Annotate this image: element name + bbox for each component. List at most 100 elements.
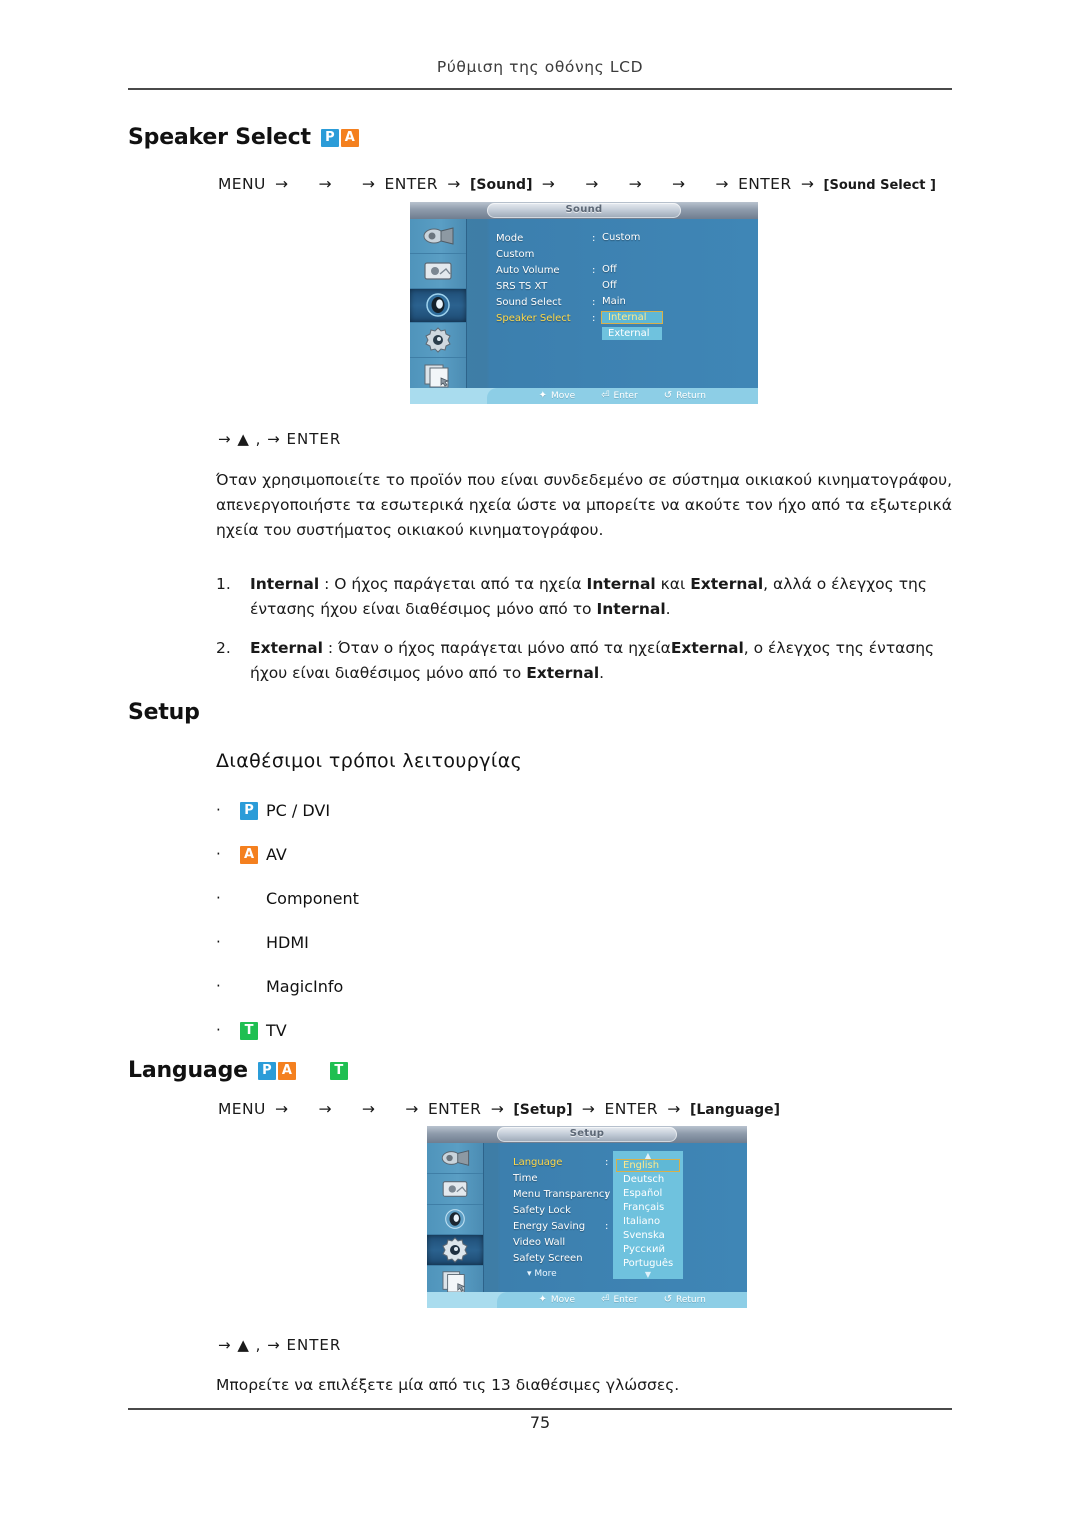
osd-row-energy-saving[interactable]: Energy Saving [513,1221,585,1232]
mode-label-magicinfo: MagicInfo [266,976,344,996]
osd-rail-picture-icon[interactable] [427,1143,483,1174]
osd-rail-setup-icon[interactable] [410,323,466,359]
navline-enter-2: ENTER [604,1100,658,1118]
list-item: · MagicInfo [216,964,359,1008]
bullet-icon: · [216,933,221,951]
osd-colon: : [592,297,596,308]
osd-row-custom[interactable]: Custom [496,249,534,260]
arrow-icon: → [361,1100,376,1118]
osd-option-internal[interactable]: Internal [601,311,663,324]
arrow-icon: → [405,1100,419,1118]
osd-title-sound: Sound [565,204,603,215]
chevron-down-icon: ▾ [527,1269,532,1279]
osd-row-srs-ts-xt[interactable]: SRS TS XT [496,281,547,292]
osd-row-language[interactable]: Language [513,1157,562,1168]
osd-title-setup: Setup [569,1128,605,1139]
osd-value-sound-select: Main [602,296,626,307]
osd-row-safety-lock[interactable]: Safety Lock [513,1205,571,1216]
header-divider [128,88,952,90]
move-icon: ✦ [538,390,547,401]
speaker-select-title: Speaker Select [128,125,311,150]
osd-more-label: More [534,1269,557,1279]
mode-label-av: AV [266,844,287,864]
osd-rail-screen-icon[interactable] [427,1174,483,1205]
osd-value-auto-volume: Off [602,264,617,275]
navline-token-language: [Language] [689,1102,781,1118]
move-icon: ✦ [538,1294,547,1305]
osd-screenshot-sound: Sound Mode: Custom Custom Auto Volume:… [410,202,758,404]
osd-row-sound-select[interactable]: Sound Select [496,297,562,308]
mode-label-hdmi: HDMI [266,932,309,952]
language-heading: Language P A T [128,1058,348,1083]
osd-menu-sound: Mode : Custom Custom Auto Volume : Off S… [466,219,758,388]
osd-rail-sound-icon[interactable] [427,1205,483,1236]
language-enter-line: → ▲ , → ENTER [218,1336,342,1354]
mode-label-tv: TV [266,1020,287,1040]
speaker-select-navline: MENU → → → ENTER → [Sound] → → → → → ENTER → [… [218,175,936,193]
list-item: · Component [216,876,359,920]
osd-language-deutsch[interactable]: Deutsch [617,1173,679,1186]
arrow-icon: → [585,175,599,193]
badge-pc-icon: P [320,128,339,147]
osd-colon: : [592,265,596,276]
osd-language-russian[interactable]: Русский [617,1243,679,1256]
osd-footer: ✦ Move ⏎ Enter ↺ Return [427,1292,747,1308]
osd-row-speaker-select[interactable]: Speaker Select [496,313,571,324]
arrow-icon: → [800,175,815,193]
return-icon: ↺ [663,390,673,401]
osd-body: Language : Time Menu Transparency : Safe… [427,1143,747,1297]
osd-language-svenska[interactable]: Svenska [617,1229,679,1242]
return-icon: ↺ [663,1294,672,1305]
scroll-up-icon[interactable]: ▲ [613,1152,683,1160]
osd-rail-sound-icon[interactable] [410,288,466,324]
setup-subheading: Διαθέσιμοι τρόποι λειτουργίας [216,750,523,772]
manual-page: Ρύθμιση της οθόνης LCD Speaker Select P … [0,0,1080,1527]
osd-option-external[interactable]: External [602,327,662,340]
osd-row-more[interactable]: ▾ More [527,1269,557,1279]
arrow-icon: → [715,175,729,193]
osd-footer-enter-label: Enter [613,391,638,401]
osd-rail-setup-icon[interactable] [427,1235,483,1267]
list-item-text: Internal : Ο ήχος παράγεται από τα ηχεία… [250,575,927,618]
osd-icon-rail [427,1143,484,1297]
osd-row-auto-volume[interactable]: Auto Volume [496,265,560,276]
badge-pc-icon: P [257,1061,276,1080]
osd-language-portugues[interactable]: Português [617,1257,679,1270]
osd-language-list: ▲ English Deutsch Español Français Itali… [613,1151,683,1279]
enter-icon: ⏎ [601,1294,610,1305]
arrow-icon: → [447,175,461,193]
footer-divider [128,1408,952,1410]
bullet-icon: · [216,889,221,907]
osd-rail-picture-icon[interactable] [410,219,466,254]
arrow-icon: → [318,175,332,193]
running-head: Ρύθμιση της οθόνης LCD [436,58,644,76]
osd-row-video-wall[interactable]: Video Wall [513,1237,565,1248]
osd-rail-screen-icon[interactable] [410,254,466,289]
osd-row-time[interactable]: Time [513,1173,537,1184]
osd-row-mode[interactable]: Mode [496,233,523,244]
list-item: 1. Internal : Ο ήχος παράγεται από τα ηχ… [216,572,936,622]
navline-token-sound: [Sound] [470,177,533,193]
setup-title: Setup [128,700,200,725]
speaker-select-list: 1. Internal : Ο ήχος παράγεται από τα ηχ… [216,572,936,700]
osd-footer-move-label: Move [550,1295,576,1305]
osd-row-safety-screen[interactable]: Safety Screen [513,1253,583,1264]
osd-colon: : [592,233,596,244]
osd-language-english[interactable]: English [616,1159,680,1172]
osd-language-espanol[interactable]: Español [617,1187,679,1200]
osd-value-srs-ts-xt: Off [602,280,617,291]
arrow-icon: → [490,1100,505,1118]
list-item: · T TV [216,1008,359,1052]
list-item: · HDMI [216,920,359,964]
osd-language-francais[interactable]: Français [617,1201,679,1214]
scroll-down-icon[interactable]: ▼ [613,1271,683,1279]
osd-footer-enter-label: Enter [613,1295,638,1305]
osd-footer-return: ↺ Return [663,390,706,402]
osd-language-italiano[interactable]: Italiano [617,1215,679,1228]
osd-row-menu-transparency[interactable]: Menu Transparency [513,1189,610,1200]
arrow-icon: → [581,1100,596,1118]
mode-label-pc-dvi: PC / DVI [266,800,331,820]
osd-footer-return: ↺ Return [663,1294,706,1306]
bullet-icon: · [216,801,221,819]
language-navline: MENU → → → → ENTER → [Setup] → ENTER → [Lan… [218,1100,780,1118]
